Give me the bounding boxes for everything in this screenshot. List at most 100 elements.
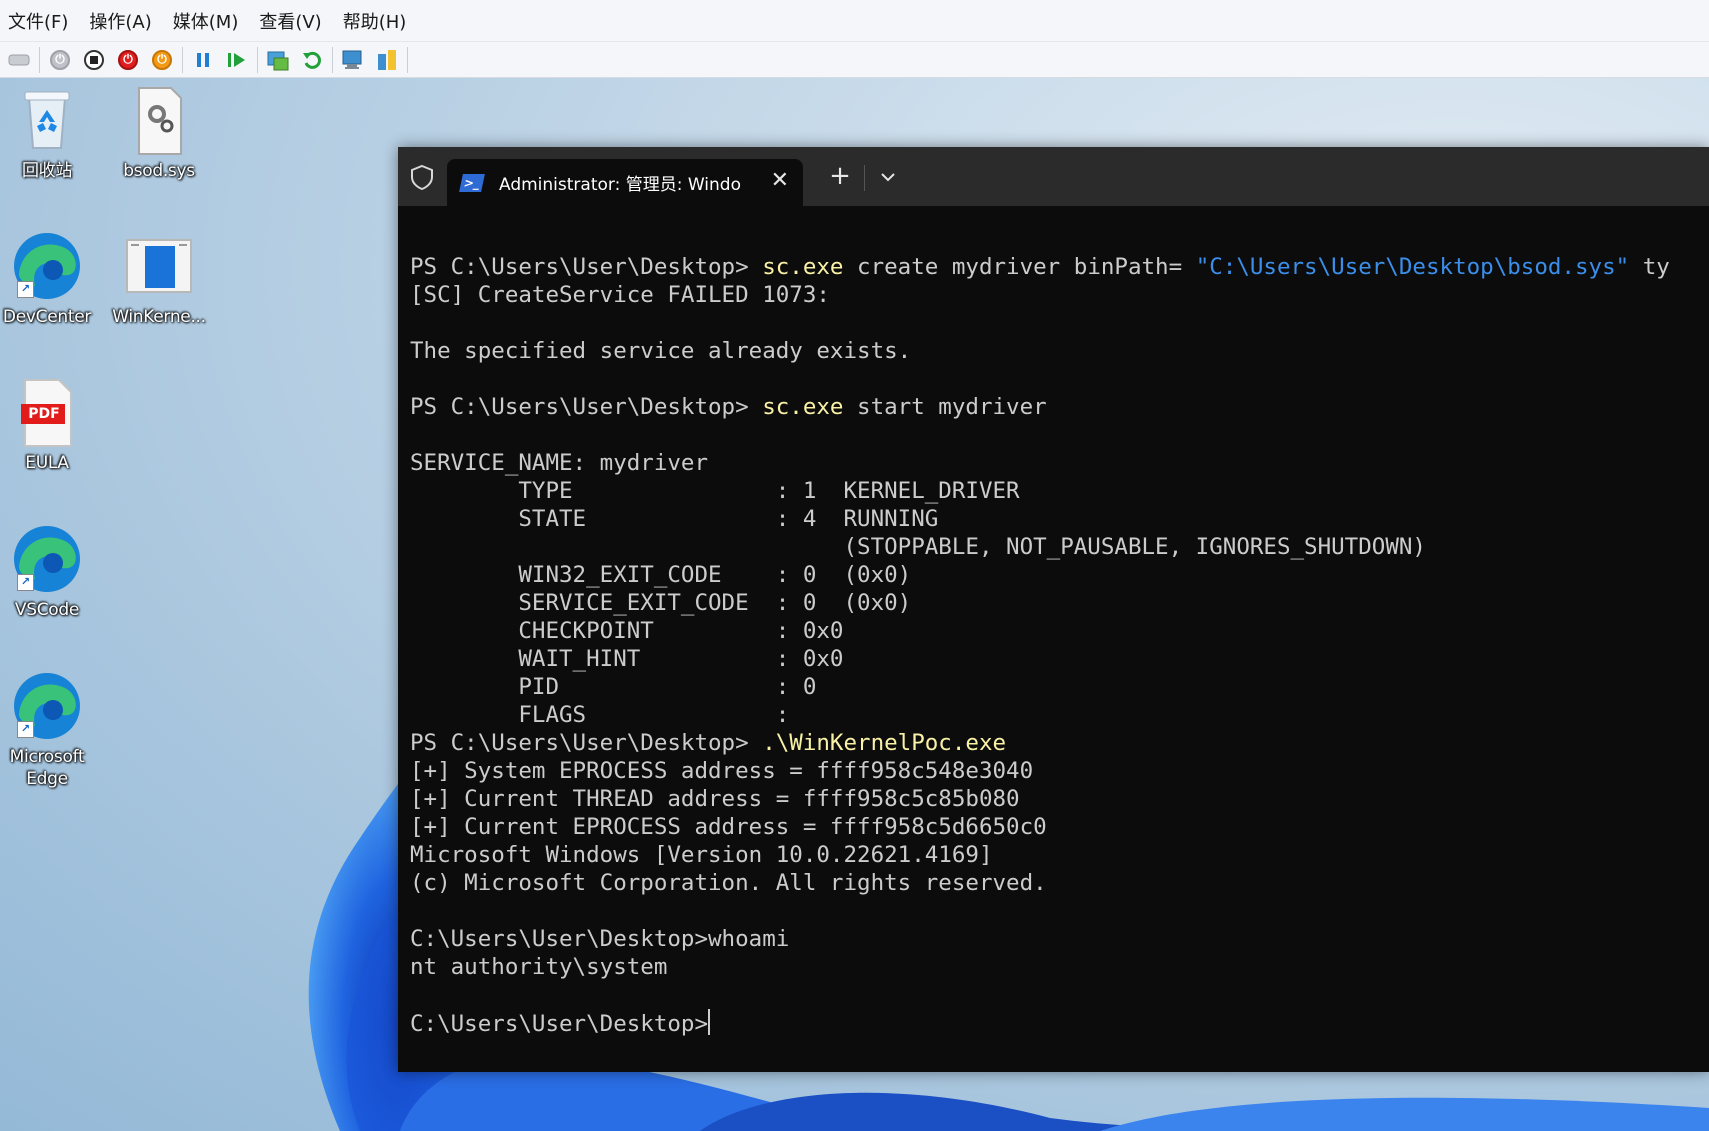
console-text: CHECKPOINT : 0x0 <box>410 618 844 644</box>
text-cursor <box>708 1009 711 1035</box>
terminal-console-output[interactable]: PS C:\Users\User\Desktop> sc.exe create … <box>410 225 1709 1072</box>
vm-toolbar: ⏻ ⏻ ⏻ <box>0 42 1709 78</box>
desktop-icon-devcenter[interactable]: ↗ DevCenter <box>0 230 97 328</box>
desktop-icon-winkernelpoc[interactable]: WinKerne... <box>109 230 209 328</box>
terminal-tab[interactable]: >_ Administrator: 管理员: Windo ✕ <box>447 159 803 206</box>
desktop-icon-label: DevCenter <box>2 307 92 327</box>
console-text: WIN32_EXIT_CODE : 0 (0x0) <box>410 562 912 588</box>
shield-icon <box>408 163 436 191</box>
console-text: PID : 0 <box>410 674 817 700</box>
console-line: PS C:\Users\User\Desktop> sc.exe create … <box>410 253 1709 281</box>
console-text: start mydriver <box>843 394 1047 420</box>
console-line: nt authority\system <box>410 953 1709 981</box>
new-tab-button[interactable]: + <box>826 163 854 191</box>
desktop-icon-microsoft-edge[interactable]: ↗ Microsoft Edge <box>0 670 97 790</box>
command-token: .\WinKernelPoc.exe <box>762 730 1007 756</box>
desktop-icon-label: Microsoft Edge <box>9 747 85 789</box>
menu-help[interactable]: 帮助(H) <box>341 8 418 34</box>
pause-icon[interactable] <box>190 47 216 73</box>
save-state-icon[interactable]: ⏻ <box>149 47 175 73</box>
tab-title: Administrator: 管理员: Windo <box>499 175 741 195</box>
console-text: PS C:\Users\User\Desktop> <box>410 254 763 280</box>
console-line: [+] Current EPROCESS address = ffff958c5… <box>410 813 1709 841</box>
shortcut-arrow-icon: ↗ <box>17 721 34 738</box>
checkpoint-icon[interactable] <box>265 47 291 73</box>
console-line: PS C:\Users\User\Desktop> sc.exe start m… <box>410 393 1709 421</box>
edge-icon: ↗ <box>11 523 83 595</box>
desktop-icon-bsod-sys[interactable]: bsod.sys <box>109 84 209 182</box>
console-line: STATE : 4 RUNNING <box>410 505 1709 533</box>
enhanced-session-icon[interactable] <box>340 47 366 73</box>
shutdown-icon[interactable]: ⏻ <box>115 47 141 73</box>
console-text: TYPE : 1 KERNEL_DRIVER <box>410 478 1020 504</box>
start-icon[interactable]: ⏻ <box>47 47 73 73</box>
console-text: [+] Current THREAD address = ffff958c5c8… <box>410 786 1020 812</box>
string-token: "C:\Users\User\Desktop\bsod.sys" <box>1195 254 1630 280</box>
console-text: SERVICE_EXIT_CODE : 0 (0x0) <box>410 590 912 616</box>
console-line: (STOPPABLE, NOT_PAUSABLE, IGNORES_SHUTDO… <box>410 533 1709 561</box>
console-text: PS C:\Users\User\Desktop> <box>410 730 763 756</box>
revert-icon[interactable] <box>299 47 325 73</box>
console-line: WAIT_HINT : 0x0 <box>410 645 1709 673</box>
console-text: FLAGS : <box>410 702 790 728</box>
desktop-icon-vscode[interactable]: ↗ VSCode <box>0 523 97 621</box>
console-line: Microsoft Windows [Version 10.0.22621.41… <box>410 841 1709 869</box>
chevron-down-icon[interactable] <box>876 165 900 189</box>
toolbar-divider <box>332 46 333 73</box>
console-line: SERVICE_EXIT_CODE : 0 (0x0) <box>410 589 1709 617</box>
edge-icon: ↗ <box>11 230 83 302</box>
desktop-icon-eula[interactable]: PDF EULA <box>0 376 97 474</box>
powershell-icon: >_ <box>459 173 485 192</box>
turn-off-icon[interactable] <box>81 47 107 73</box>
command-token: sc.exe <box>762 254 844 280</box>
console-line: [+] Current THREAD address = ffff958c5c8… <box>410 785 1709 813</box>
share-icon[interactable] <box>374 47 400 73</box>
recycle-bin-icon <box>11 84 83 156</box>
console-text: [+] Current EPROCESS address = ffff958c5… <box>410 814 1047 840</box>
toolbar-divider <box>257 46 258 73</box>
console-line: C:\Users\User\Desktop> <box>410 1009 1709 1037</box>
console-text: SERVICE_NAME: mydriver <box>410 450 709 476</box>
console-line: C:\Users\User\Desktop>whoami <box>410 925 1709 953</box>
resume-icon[interactable] <box>224 47 250 73</box>
menu-view[interactable]: 查看(V) <box>257 8 332 34</box>
desktop-icon-recycle-bin[interactable]: 回收站 <box>0 84 97 182</box>
toolbar-divider <box>407 46 408 73</box>
menu-action[interactable]: 操作(A) <box>87 8 162 34</box>
console-line: The specified service already exists. <box>410 337 1709 365</box>
ctrl-alt-del-icon[interactable] <box>6 47 32 73</box>
console-text: Microsoft Windows [Version 10.0.22621.41… <box>410 842 993 868</box>
close-tab-icon[interactable]: ✕ <box>771 169 789 193</box>
menu-file[interactable]: 文件(F) <box>6 8 79 34</box>
shortcut-arrow-icon: ↗ <box>17 574 34 591</box>
console-line: CHECKPOINT : 0x0 <box>410 617 1709 645</box>
console-text: WAIT_HINT : 0x0 <box>410 646 844 672</box>
console-text: STATE : 4 RUNNING <box>410 506 939 532</box>
shortcut-arrow-icon: ↗ <box>17 281 34 298</box>
menu-media[interactable]: 媒体(M) <box>171 8 250 34</box>
tab-divider <box>864 165 865 191</box>
console-text: The specified service already exists. <box>410 338 912 364</box>
console-line: [SC] CreateService FAILED 1073: <box>410 281 1709 309</box>
system-file-icon <box>123 84 195 156</box>
console-text: create mydriver binPath= <box>843 254 1196 280</box>
console-line: TYPE : 1 KERNEL_DRIVER <box>410 477 1709 505</box>
console-text: [SC] CreateService FAILED 1073: <box>410 282 830 308</box>
pdf-file-icon: PDF <box>11 376 83 448</box>
terminal-tab-bar: >_ Administrator: 管理员: Windo ✕ + <box>398 147 1709 206</box>
console-text: (STOPPABLE, NOT_PAUSABLE, IGNORES_SHUTDO… <box>410 534 1426 560</box>
desktop-icon-label: WinKerne... <box>112 307 206 327</box>
pdf-badge: PDF <box>28 406 60 422</box>
desktop-icon-label: 回收站 <box>21 161 73 181</box>
terminal-window[interactable]: >_ Administrator: 管理员: Windo ✕ + PS C:\U… <box>398 147 1709 1072</box>
console-text: C:\Users\User\Desktop> <box>410 1011 709 1037</box>
console-line: (c) Microsoft Corporation. All rights re… <box>410 869 1709 897</box>
toolbar-divider <box>39 46 40 73</box>
console-line: SERVICE_NAME: mydriver <box>410 449 1709 477</box>
console-line: [+] System EPROCESS address = ffff958c54… <box>410 757 1709 785</box>
toolbar-divider <box>182 46 183 73</box>
